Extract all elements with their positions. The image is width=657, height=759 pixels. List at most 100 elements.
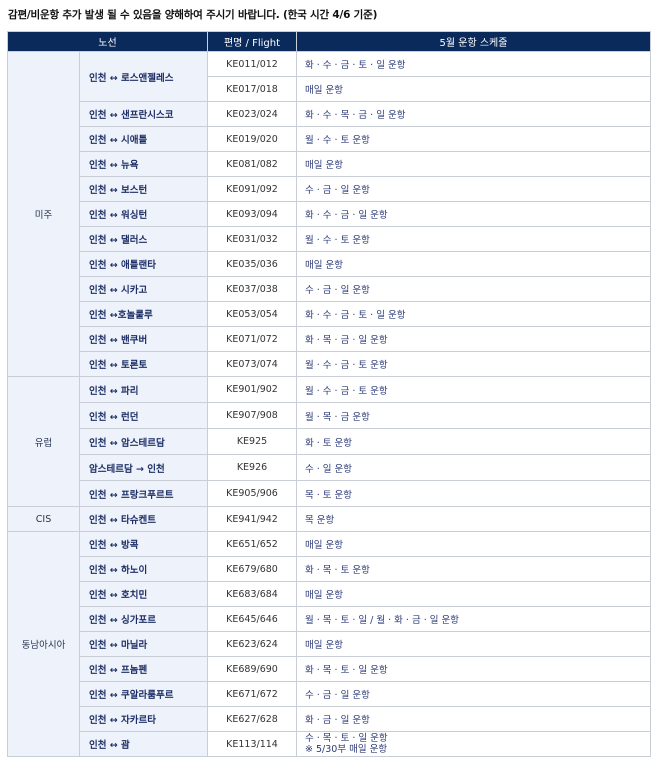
schedule-cell: 화 · 수 · 금 · 일 운항 <box>296 201 651 227</box>
route-cell: 인천 ↔ 방콕 <box>79 531 208 557</box>
region-cis: CIS <box>7 506 80 532</box>
flight-cell: KE017/018 <box>207 76 297 102</box>
table-row: CIS 인천 ↔ 타슈켄트 KE941/942 목 운항 <box>7 506 651 532</box>
flight-cell: KE645/646 <box>207 606 297 632</box>
table-row: 인천 ↔ 시카고 KE037/038 수 · 금 · 일 운항 <box>8 276 651 302</box>
flight-cell: KE901/902 <box>207 376 297 403</box>
route-cell: 인천 ↔ 타슈켄트 <box>79 506 208 532</box>
flight-cell: KE907/908 <box>207 402 297 429</box>
schedule-cell: 화 · 목 · 토 · 일 운항 <box>296 656 651 682</box>
route-cell: 인천 ↔ 자카르타 <box>79 706 208 732</box>
schedule-cell: 화 · 금 · 일 운항 <box>296 706 651 732</box>
schedule-cell: 수 · 일 운항 <box>296 454 651 481</box>
route-cell: 인천 ↔ 파리 <box>79 376 208 403</box>
route-cell: 인천 ↔ 보스턴 <box>79 176 208 202</box>
schedule-cell: 화 · 목 · 토 운항 <box>296 556 651 582</box>
route-cell: 인천 ↔ 시애틀 <box>79 126 208 152</box>
route-cell: 인천 ↔ 호치민 <box>79 581 208 607</box>
header-flight: 편명 / Flight <box>207 31 297 52</box>
schedule-cell: 매일 운항 <box>296 251 651 277</box>
route-cell: 인천 ↔ 마닐라 <box>79 631 208 657</box>
schedule-cell: 월 · 수 · 토 운항 <box>296 226 651 252</box>
schedule-cell: 화 · 목 · 금 · 일 운항 <box>296 326 651 352</box>
flight-cell: KE905/906 <box>207 480 297 507</box>
route-cell: 인천 ↔호놀룰루 <box>79 301 208 327</box>
route-cell: 인천 ↔ 애틀랜타 <box>79 251 208 277</box>
flight-cell: KE031/032 <box>207 226 297 252</box>
schedule-cell: 화 · 수 · 금 · 토 · 일 운항 <box>296 51 651 77</box>
flight-cell: KE683/684 <box>207 581 297 607</box>
schedule-cell: 수 · 금 · 일 운항 <box>296 681 651 707</box>
table-row: 인천 ↔ 싱가포르 KE645/646 월 · 목 · 토 · 일 / 월 · … <box>8 606 651 632</box>
flight-cell: KE671/672 <box>207 681 297 707</box>
table-row: 인천 ↔ 샌프란시스코 KE023/024 화 · 수 · 목 · 금 · 일 … <box>8 101 651 127</box>
table-row: 인천 ↔ 밴쿠버 KE071/072 화 · 목 · 금 · 일 운항 <box>8 326 651 352</box>
schedule-note: ※ 5/30부 매일 운항 <box>305 744 388 755</box>
table-row: 인천 ↔ 암스테르담 KE925 화 · 토 운항 <box>8 428 651 455</box>
route-cell: 인천 ↔ 시카고 <box>79 276 208 302</box>
route-cell: 인천 ↔ 괌 <box>79 731 208 757</box>
header-route: 노선 <box>7 31 208 52</box>
schedule-cell: 수 · 금 · 일 운항 <box>296 276 651 302</box>
schedule-cell: 화 · 토 운항 <box>296 428 651 455</box>
table-row: 인천 ↔ 호치민 KE683/684 매일 운항 <box>8 581 651 607</box>
schedule-cell: 매일 운항 <box>296 581 651 607</box>
route-cell: 인천 ↔ 로스앤젤레스 <box>79 51 208 102</box>
table-row: 인천 ↔ 자카르타 KE627/628 화 · 금 · 일 운항 <box>8 706 651 732</box>
table-row: 인천 ↔ 괌 KE113/114 수 · 목 · 토 · 일 운항 ※ 5/30… <box>8 731 651 757</box>
schedule-text: 수 · 목 · 토 · 일 운항 <box>305 733 388 744</box>
route-cell: 인천 ↔ 프놈펜 <box>79 656 208 682</box>
flight-cell: KE926 <box>207 454 297 481</box>
flight-cell: KE035/036 <box>207 251 297 277</box>
flight-cell: KE651/652 <box>207 531 297 557</box>
flight-cell: KE689/690 <box>207 656 297 682</box>
flight-cell: KE627/628 <box>207 706 297 732</box>
region-americas: 미주 <box>7 51 80 377</box>
flight-cell: KE941/942 <box>207 506 297 532</box>
schedule-cell: 매일 운항 <box>296 76 651 102</box>
notice-text: 감편/비운항 추가 발생 될 수 있음을 양해하여 주시기 바랍니다. (한국 … <box>8 9 378 21</box>
table-row: 인천 ↔호놀룰루 KE053/054 화 · 수 · 금 · 토 · 일 운항 <box>8 301 651 327</box>
flight-cell: KE925 <box>207 428 297 455</box>
flight-cell: KE091/092 <box>207 176 297 202</box>
route-cell: 인천 ↔ 암스테르담 <box>79 428 208 455</box>
route-cell: 암스테르담 → 인천 <box>79 454 208 481</box>
flight-cell: KE053/054 <box>207 301 297 327</box>
route-cell: 인천 ↔ 댈러스 <box>79 226 208 252</box>
schedule-cell: 매일 운항 <box>296 631 651 657</box>
table-row: 인천 ↔ 애틀랜타 KE035/036 매일 운항 <box>8 251 651 277</box>
flight-cell: KE023/024 <box>207 101 297 127</box>
table-row: 인천 ↔ 시애틀 KE019/020 월 · 수 · 토 운항 <box>8 126 651 152</box>
route-cell: 인천 ↔ 프랑크푸르트 <box>79 480 208 507</box>
route-cell: 인천 ↔ 뉴욕 <box>79 151 208 177</box>
flight-cell: KE011/012 <box>207 51 297 77</box>
schedule-cell: 목 운항 <box>296 506 651 532</box>
region-southeast-asia: 동남아시아 <box>7 531 80 757</box>
flight-cell: KE037/038 <box>207 276 297 302</box>
schedule-cell: 월 · 수 · 금 · 토 운항 <box>296 351 651 377</box>
route-cell: 인천 ↔ 토론토 <box>79 351 208 377</box>
schedule-cell: 화 · 수 · 목 · 금 · 일 운항 <box>296 101 651 127</box>
route-cell: 인천 ↔ 샌프란시스코 <box>79 101 208 127</box>
flight-cell: KE113/114 <box>207 731 297 757</box>
flight-cell: KE093/094 <box>207 201 297 227</box>
route-cell: 인천 ↔ 하노이 <box>79 556 208 582</box>
schedule-cell: 월 · 목 · 금 운항 <box>296 402 651 429</box>
schedule-cell: 수 · 금 · 일 운항 <box>296 176 651 202</box>
schedule-cell: 수 · 목 · 토 · 일 운항 ※ 5/30부 매일 운항 <box>296 731 651 757</box>
table-row: 인천 ↔ 댈러스 KE031/032 월 · 수 · 토 운항 <box>8 226 651 252</box>
route-cell: 인천 ↔ 런던 <box>79 402 208 429</box>
table-row: 유럽 인천 ↔ 파리 KE901/902 월 · 수 · 금 · 토 운항 <box>7 376 651 507</box>
table-row: 인천 ↔ 마닐라 KE623/624 매일 운항 <box>8 631 651 657</box>
table-row: 미주 인천 ↔ 로스앤젤레스 KE011/012 화 · 수 · 금 · 토 ·… <box>7 51 651 377</box>
route-cell: 인천 ↔ 쿠알라룸푸르 <box>79 681 208 707</box>
table-row: 동남아시아 인천 ↔ 방콕 KE651/652 매일 운항 <box>7 531 651 757</box>
table-header-row: 노선 편명 / Flight 5월 운항 스케줄 <box>7 31 651 52</box>
schedule-cell: 매일 운항 <box>296 151 651 177</box>
flight-cell: KE071/072 <box>207 326 297 352</box>
schedule-cell: 월 · 수 · 토 운항 <box>296 126 651 152</box>
table-row: 인천 ↔ 토론토 KE073/074 월 · 수 · 금 · 토 운항 <box>8 351 651 377</box>
table-row: 인천 ↔ 워싱턴 KE093/094 화 · 수 · 금 · 일 운항 <box>8 201 651 227</box>
table-row: 인천 ↔ 런던 KE907/908 월 · 목 · 금 운항 <box>8 402 651 429</box>
route-cell: 인천 ↔ 밴쿠버 <box>79 326 208 352</box>
